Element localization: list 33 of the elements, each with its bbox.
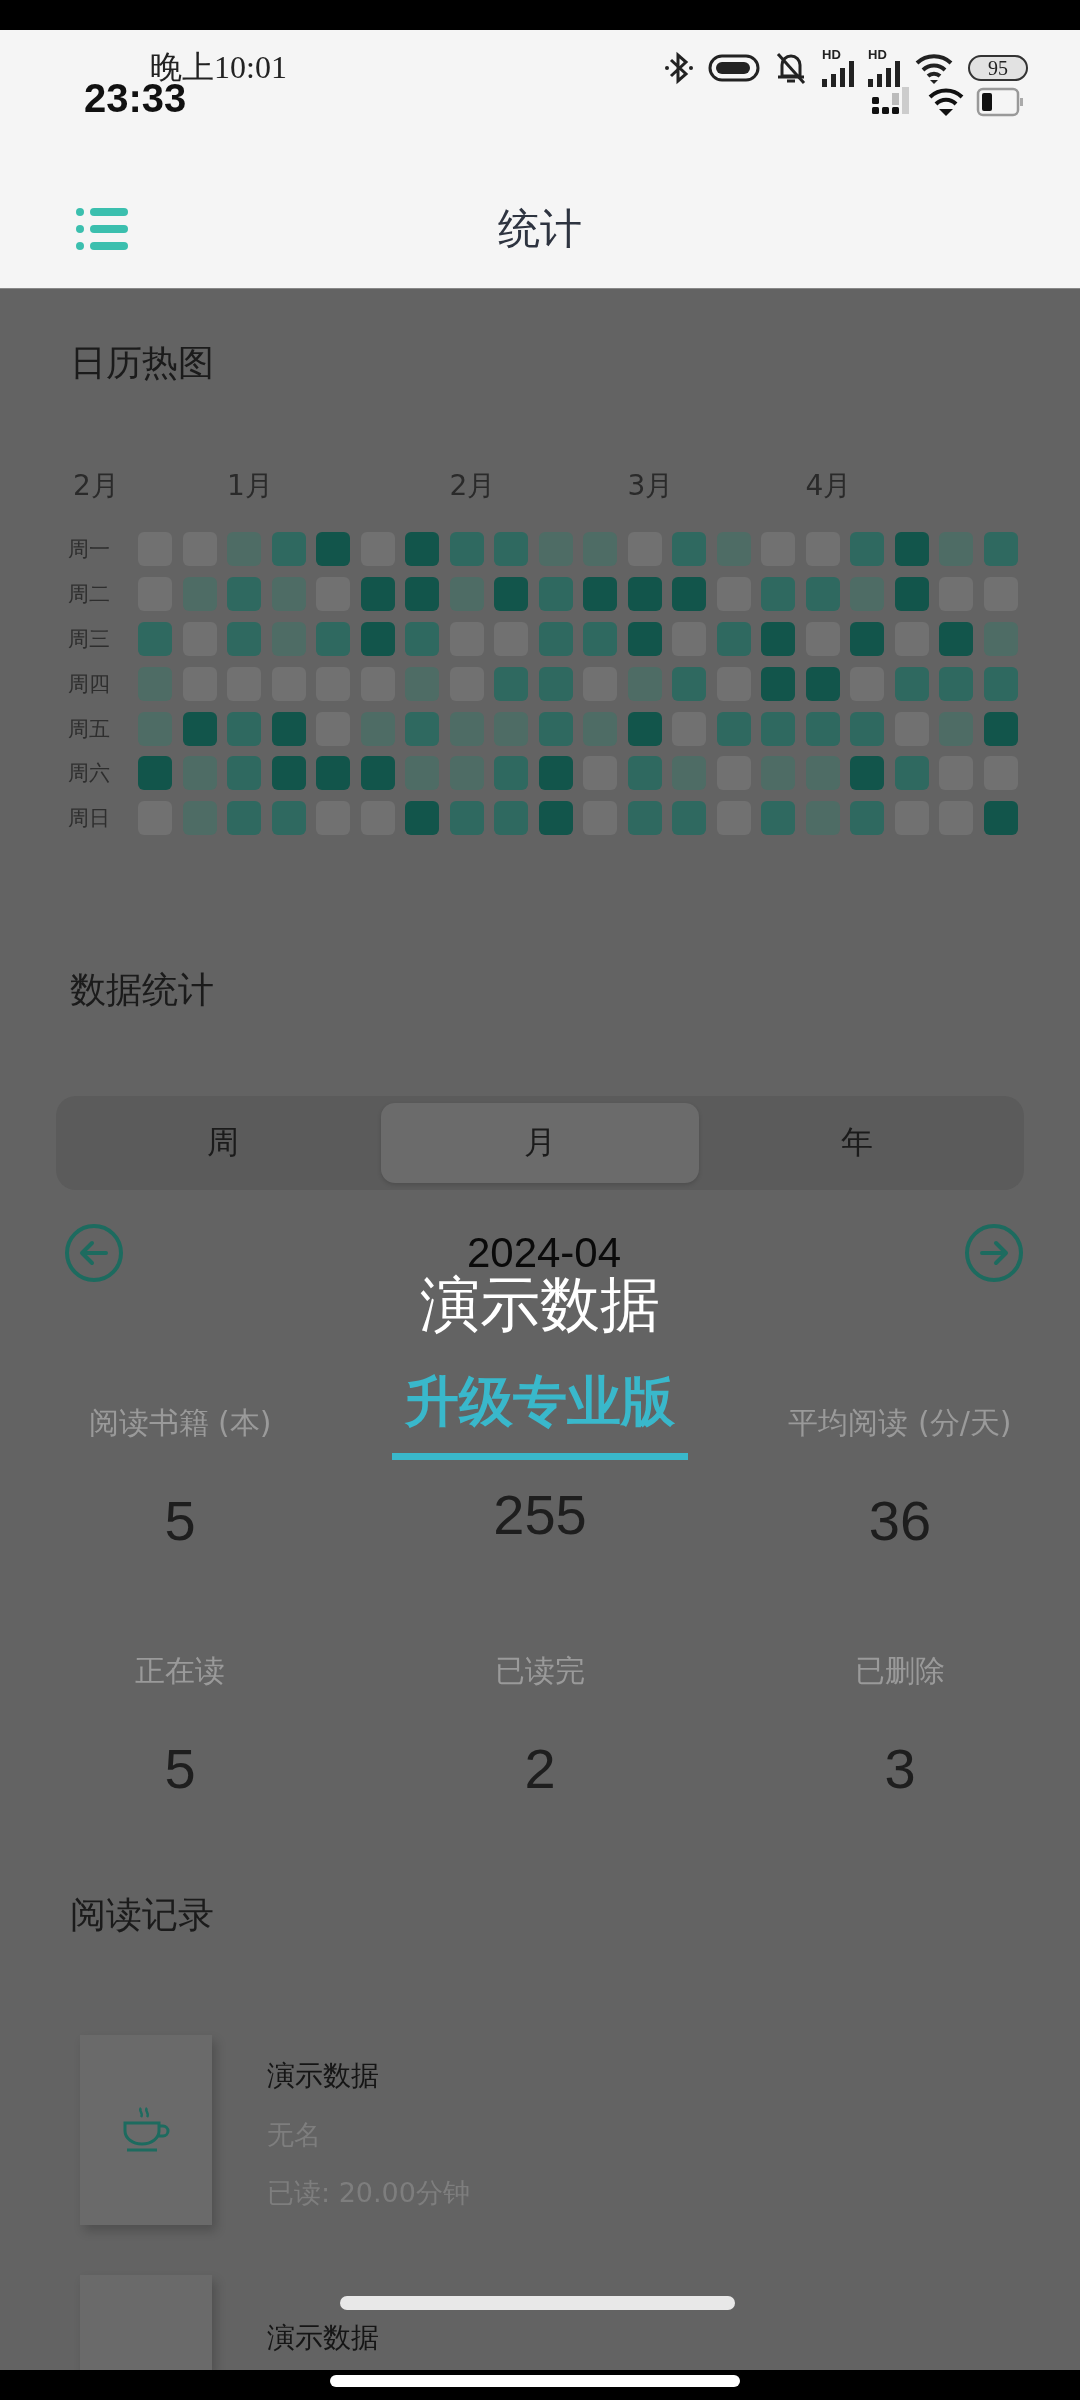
section-title: 数据统计 [70, 967, 215, 1012]
month-label: 2月 [449, 468, 496, 504]
section-title: 日历热图 [70, 341, 215, 385]
period-tab[interactable]: 月 [381, 1102, 699, 1183]
month-label: 1月 [227, 468, 273, 504]
metric-value: 3 [884, 1735, 916, 1801]
month-label: 2月 [73, 468, 119, 504]
menu-icon[interactable] [76, 206, 128, 252]
month-label: 4月 [805, 468, 852, 504]
network-label: HD [822, 48, 841, 61]
cup-icon [121, 2104, 171, 2155]
section-title: 阅读记录 [70, 1892, 215, 1937]
metric-value: 5 [164, 1487, 196, 1553]
signal-icon [822, 61, 854, 87]
book-cover[interactable] [80, 2274, 212, 2370]
upgrade-link[interactable]: 升级专业版 [392, 1366, 688, 1460]
month-label: 3月 [627, 468, 674, 504]
metric-value: 2 [524, 1735, 556, 1801]
capsule-icon [708, 52, 760, 83]
network-label: HD [868, 48, 887, 61]
page-title: 统计 [498, 203, 582, 255]
signal-icon [868, 61, 900, 87]
period-tab[interactable]: 年 [698, 1102, 1016, 1183]
battery-icon [976, 87, 1024, 117]
wifi-icon [926, 87, 966, 117]
metric-value: 255 [493, 1481, 587, 1547]
period-tab[interactable]: 周 [64, 1102, 382, 1183]
book-cover[interactable] [80, 2034, 212, 2225]
book-title: 演示数据 [267, 2057, 380, 2094]
metric-value: 5 [164, 1735, 196, 1801]
book-title: 演示数据 [267, 2319, 379, 2356]
battery-level: 95 [968, 54, 1028, 81]
metric-value: 36 [868, 1487, 932, 1553]
